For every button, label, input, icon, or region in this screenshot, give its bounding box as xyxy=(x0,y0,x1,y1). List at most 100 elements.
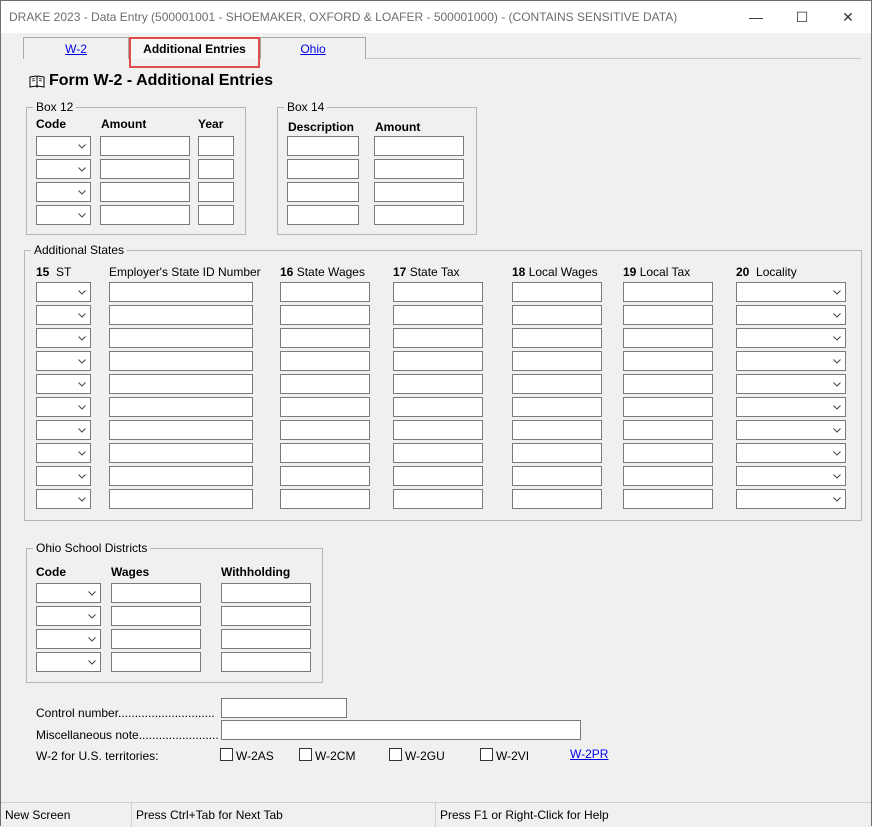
box12-amount-input-2[interactable] xyxy=(100,159,190,179)
control-number-input[interactable] xyxy=(221,698,347,718)
ohio-wages-input-1[interactable] xyxy=(111,583,201,603)
state-select-8[interactable] xyxy=(36,443,91,463)
locality-select-5[interactable] xyxy=(736,374,846,394)
maximize-button[interactable]: ☐ xyxy=(779,1,825,33)
locality-select-8[interactable] xyxy=(736,443,846,463)
employer-id-input-6[interactable] xyxy=(109,397,253,417)
state-tax-input-10[interactable] xyxy=(393,489,483,509)
local-tax-input-9[interactable] xyxy=(623,466,713,486)
minimize-button[interactable]: — xyxy=(733,1,779,33)
employer-id-input-8[interactable] xyxy=(109,443,253,463)
box12-code-select-3[interactable] xyxy=(36,182,91,202)
ohio-withholding-input-2[interactable] xyxy=(221,606,311,626)
employer-id-input-7[interactable] xyxy=(109,420,253,440)
locality-select-6[interactable] xyxy=(736,397,846,417)
local-wages-input-4[interactable] xyxy=(512,351,602,371)
state-select-6[interactable] xyxy=(36,397,91,417)
state-wages-input-7[interactable] xyxy=(280,420,370,440)
box12-code-select-4[interactable] xyxy=(36,205,91,225)
state-select-7[interactable] xyxy=(36,420,91,440)
ohio-wages-input-2[interactable] xyxy=(111,606,201,626)
employer-id-input-1[interactable] xyxy=(109,282,253,302)
state-wages-input-2[interactable] xyxy=(280,305,370,325)
w2gu-checkbox[interactable] xyxy=(389,748,402,761)
local-tax-input-1[interactable] xyxy=(623,282,713,302)
local-wages-input-10[interactable] xyxy=(512,489,602,509)
state-select-10[interactable] xyxy=(36,489,91,509)
box12-year-input-4[interactable] xyxy=(198,205,234,225)
box14-amount-input-3[interactable] xyxy=(374,182,464,202)
state-tax-input-8[interactable] xyxy=(393,443,483,463)
state-tax-input-7[interactable] xyxy=(393,420,483,440)
ohio-wages-input-4[interactable] xyxy=(111,652,201,672)
local-wages-input-1[interactable] xyxy=(512,282,602,302)
locality-select-7[interactable] xyxy=(736,420,846,440)
w2as-checkbox[interactable] xyxy=(220,748,233,761)
state-wages-input-6[interactable] xyxy=(280,397,370,417)
local-tax-input-4[interactable] xyxy=(623,351,713,371)
state-tax-input-4[interactable] xyxy=(393,351,483,371)
state-tax-input-6[interactable] xyxy=(393,397,483,417)
locality-select-3[interactable] xyxy=(736,328,846,348)
employer-id-input-5[interactable] xyxy=(109,374,253,394)
tab-ohio-link[interactable]: Ohio xyxy=(300,42,325,56)
state-wages-input-5[interactable] xyxy=(280,374,370,394)
misc-note-input[interactable] xyxy=(221,720,581,740)
box12-year-input-3[interactable] xyxy=(198,182,234,202)
box14-description-input-1[interactable] xyxy=(287,136,359,156)
state-wages-input-4[interactable] xyxy=(280,351,370,371)
state-select-2[interactable] xyxy=(36,305,91,325)
local-tax-input-2[interactable] xyxy=(623,305,713,325)
box14-description-input-3[interactable] xyxy=(287,182,359,202)
state-select-5[interactable] xyxy=(36,374,91,394)
local-tax-input-6[interactable] xyxy=(623,397,713,417)
state-tax-input-3[interactable] xyxy=(393,328,483,348)
locality-select-9[interactable] xyxy=(736,466,846,486)
w2pr-link[interactable]: W-2PR xyxy=(570,747,608,761)
ohio-code-select-2[interactable] xyxy=(36,606,101,626)
ohio-withholding-input-4[interactable] xyxy=(221,652,311,672)
local-wages-input-9[interactable] xyxy=(512,466,602,486)
state-wages-input-3[interactable] xyxy=(280,328,370,348)
local-wages-input-5[interactable] xyxy=(512,374,602,394)
state-tax-input-5[interactable] xyxy=(393,374,483,394)
box14-amount-input-1[interactable] xyxy=(374,136,464,156)
employer-id-input-3[interactable] xyxy=(109,328,253,348)
box12-amount-input-4[interactable] xyxy=(100,205,190,225)
w2vi-checkbox[interactable] xyxy=(480,748,493,761)
tab-w2-link[interactable]: W-2 xyxy=(65,42,87,56)
state-select-3[interactable] xyxy=(36,328,91,348)
tab-additional-entries[interactable]: Additional Entries xyxy=(129,37,260,59)
local-tax-input-10[interactable] xyxy=(623,489,713,509)
ohio-code-select-3[interactable] xyxy=(36,629,101,649)
tab-ohio[interactable]: Ohio xyxy=(260,37,366,59)
state-wages-input-8[interactable] xyxy=(280,443,370,463)
box12-code-select-1[interactable] xyxy=(36,136,91,156)
box14-amount-input-4[interactable] xyxy=(374,205,464,225)
state-tax-input-1[interactable] xyxy=(393,282,483,302)
locality-select-2[interactable] xyxy=(736,305,846,325)
state-select-1[interactable] xyxy=(36,282,91,302)
box12-amount-input-3[interactable] xyxy=(100,182,190,202)
ohio-code-select-4[interactable] xyxy=(36,652,101,672)
local-tax-input-3[interactable] xyxy=(623,328,713,348)
state-tax-input-2[interactable] xyxy=(393,305,483,325)
box12-year-input-1[interactable] xyxy=(198,136,234,156)
local-wages-input-6[interactable] xyxy=(512,397,602,417)
locality-select-10[interactable] xyxy=(736,489,846,509)
local-wages-input-3[interactable] xyxy=(512,328,602,348)
ohio-withholding-input-1[interactable] xyxy=(221,583,311,603)
state-select-4[interactable] xyxy=(36,351,91,371)
local-tax-input-7[interactable] xyxy=(623,420,713,440)
employer-id-input-2[interactable] xyxy=(109,305,253,325)
ohio-code-select-1[interactable] xyxy=(36,583,101,603)
state-wages-input-9[interactable] xyxy=(280,466,370,486)
local-tax-input-8[interactable] xyxy=(623,443,713,463)
local-wages-input-8[interactable] xyxy=(512,443,602,463)
employer-id-input-4[interactable] xyxy=(109,351,253,371)
close-button[interactable]: ✕ xyxy=(825,1,871,33)
locality-select-4[interactable] xyxy=(736,351,846,371)
state-tax-input-9[interactable] xyxy=(393,466,483,486)
box12-code-select-2[interactable] xyxy=(36,159,91,179)
local-wages-input-7[interactable] xyxy=(512,420,602,440)
